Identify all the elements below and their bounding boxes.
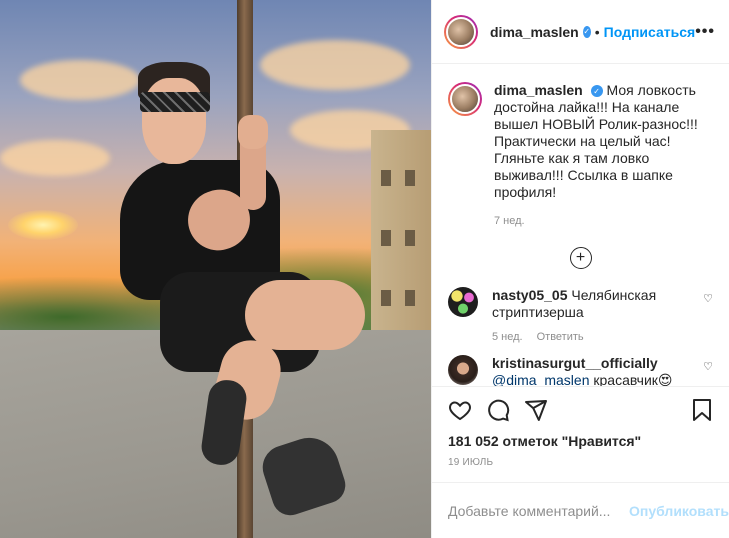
comment-meta: 5 нед. Ответить: [492, 331, 692, 343]
post-side-panel: dima_maslen ✓ • Подписаться ••• dima_mas…: [431, 0, 729, 538]
comment-mention[interactable]: @dima_maslen: [492, 372, 589, 386]
cloud: [20, 60, 140, 100]
paper-plane-icon[interactable]: [524, 398, 548, 422]
comment-timestamp[interactable]: 5 нед.: [492, 331, 523, 343]
verified-badge-icon: ✓: [590, 85, 603, 98]
action-icons: [448, 397, 713, 423]
likes-count[interactable]: 181 052 отметок "Нравится": [448, 433, 713, 449]
author-avatar[interactable]: [444, 14, 478, 49]
comment-heart-icon[interactable]: ♡: [703, 360, 713, 373]
comment-item: nasty05_05 Челябинская стриптизерша 5 не…: [448, 287, 713, 343]
person-head: [142, 78, 206, 164]
commenter-avatar[interactable]: [448, 287, 478, 317]
author-username[interactable]: dima_maslen: [490, 24, 579, 40]
add-comment-bar: Опубликовать: [432, 482, 729, 538]
comment-heart-icon[interactable]: ♡: [703, 292, 713, 305]
comment-username[interactable]: kristinasurgut__officially: [492, 355, 658, 371]
more-options-icon[interactable]: •••: [695, 23, 715, 41]
caption-text: dima_maslen ✓ Моя ловкость достойна лайк…: [494, 82, 704, 201]
caption-username[interactable]: dima_maslen: [494, 82, 583, 98]
caption-body: Моя ловкость достойна лайка!!! На канале…: [494, 82, 698, 200]
verified-badge-icon: ✓: [582, 25, 591, 38]
sun: [8, 210, 78, 240]
commenter-avatar[interactable]: [448, 355, 478, 385]
post-photo[interactable]: [0, 0, 431, 538]
instagram-post: dima_maslen ✓ • Подписаться ••• dima_mas…: [0, 0, 729, 538]
cloud: [0, 140, 110, 176]
load-more-comments[interactable]: +: [448, 247, 713, 269]
heart-icon[interactable]: [448, 398, 472, 422]
comment-item: kristinasurgut__officially @dima_maslen …: [448, 355, 713, 386]
comment-body: красавчик😍: [593, 372, 673, 386]
post-caption: dima_maslen ✓ Моя ловкость достойна лайк…: [448, 64, 713, 227]
cloud: [260, 40, 410, 90]
post-header: dima_maslen ✓ • Подписаться •••: [432, 0, 729, 64]
caption-timestamp[interactable]: 7 нед.: [494, 215, 704, 227]
publish-button[interactable]: Опубликовать: [629, 503, 729, 519]
person-bandana: [140, 92, 210, 112]
caption-avatar[interactable]: [448, 82, 482, 116]
comment-text: kristinasurgut__officially @dima_maslen …: [492, 355, 692, 386]
reply-button[interactable]: Ответить: [537, 331, 584, 343]
post-actions: 181 052 отметок "Нравится" 19 ИЮЛЬ: [432, 386, 729, 468]
comment-text: nasty05_05 Челябинская стриптизерша: [492, 287, 692, 321]
comment-input[interactable]: [448, 502, 629, 519]
separator-dot: •: [594, 23, 600, 40]
post-date[interactable]: 19 ИЮЛЬ: [448, 457, 713, 468]
follow-button[interactable]: Подписаться: [604, 24, 696, 40]
plus-circle-icon[interactable]: +: [569, 247, 592, 269]
comments-list[interactable]: dima_maslen ✓ Моя ловкость достойна лайк…: [432, 64, 729, 386]
comment-bubble-icon[interactable]: [486, 398, 510, 422]
bookmark-icon[interactable]: [691, 398, 713, 422]
person-hand: [238, 115, 268, 149]
comment-username[interactable]: nasty05_05: [492, 287, 568, 303]
person-leg: [245, 280, 365, 350]
